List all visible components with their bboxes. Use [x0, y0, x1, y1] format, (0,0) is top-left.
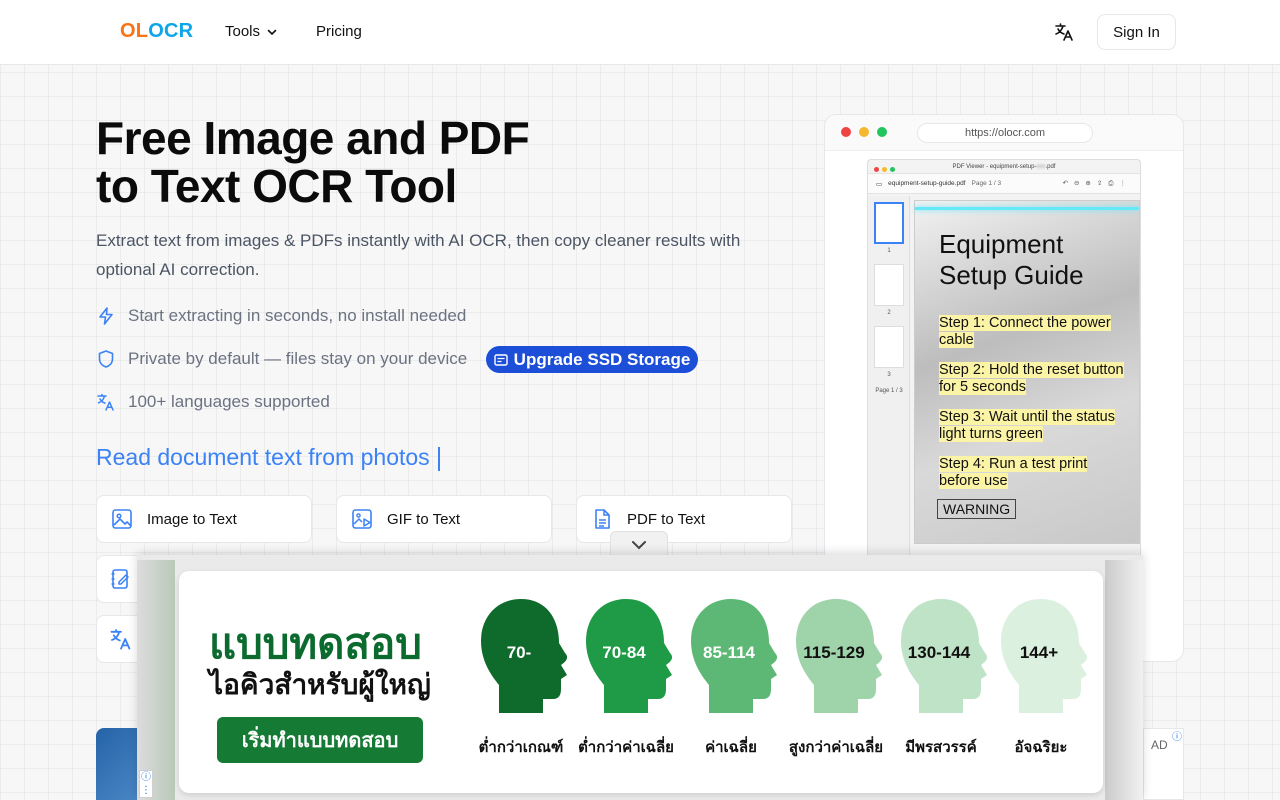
- head-value: 130-144: [907, 643, 971, 662]
- viewer-tool-icons: ↶⊖⊕⇪⎙⋮: [1062, 180, 1132, 187]
- page-thumbnail: [874, 264, 904, 306]
- minimize-dot: [859, 127, 869, 137]
- thumb-number: 3: [887, 372, 891, 378]
- pdf-to-text-button[interactable]: PDF to Text: [576, 495, 792, 543]
- gif-to-text-button[interactable]: GIF to Text: [336, 495, 552, 543]
- tools-menu[interactable]: Tools: [225, 23, 278, 40]
- ad-cta-button[interactable]: เริ่มทำแบบทดสอบ: [217, 717, 423, 763]
- ad-collapse-button[interactable]: [610, 531, 668, 557]
- gif-icon: [352, 509, 372, 529]
- viewer-titlebar: PDF Viewer - equipment-setup-xxx.pdf: [868, 160, 1140, 174]
- doc-step: Step 2: Hold the reset button for 5 seco…: [939, 362, 1129, 396]
- hero-title: Free Image and PDF to Text OCR Tool: [96, 114, 656, 210]
- pricing-link[interactable]: Pricing: [316, 23, 362, 40]
- logo[interactable]: OLOCR: [120, 20, 193, 43]
- image-icon: [112, 509, 132, 529]
- thumb-footer: Page 1 / 3: [875, 388, 903, 394]
- doc-step-text: Step 4: Run a test print before use: [939, 456, 1088, 489]
- doc-step-text: Step 3: Wait until the status light turn…: [939, 409, 1115, 442]
- url-bar: https://olocr.com: [917, 123, 1093, 143]
- sidebar-toggle-icon: ▭: [876, 180, 883, 188]
- feature-item: Start extracting in seconds, no install …: [96, 306, 466, 326]
- browser-titlebar: https://olocr.com: [825, 115, 1183, 151]
- edit-notebook-icon: [111, 569, 129, 589]
- scan-line: [915, 207, 1139, 210]
- doc-step-text: Step 1: Connect the power cable: [939, 315, 1111, 348]
- doc-step-text: Step 2: Hold the reset button for 5 seco…: [939, 362, 1124, 395]
- doc-step: Step 3: Wait until the status light turn…: [939, 409, 1129, 443]
- translate-icon: [110, 629, 131, 650]
- head-label: อัจฉริยะ: [1014, 738, 1068, 756]
- feature-text: 100+ languages supported: [128, 392, 330, 411]
- head-label: ค่าเฉลี่ย: [705, 738, 757, 756]
- doc-step: Step 1: Connect the power cable: [939, 315, 1129, 349]
- viewer-toolbar: ▭ equipment-setup-guide.pdf Page 1 / 3 ↶…: [868, 174, 1140, 194]
- upgrade-storage-ad-pill[interactable]: Upgrade SSD Storage: [486, 346, 698, 373]
- ad-side-panel: [137, 560, 175, 800]
- image-to-text-button[interactable]: Image to Text: [96, 495, 312, 543]
- page-thumbnail: [874, 202, 904, 244]
- doc-heading: Equipment Setup Guide: [939, 229, 1084, 290]
- tool-label: GIF to Text: [387, 510, 461, 528]
- lightning-icon: [99, 307, 113, 325]
- chevron-down-icon: [632, 540, 646, 549]
- logo-part-ol: OL: [120, 20, 149, 42]
- scanned-page: Equipment Setup Guide Step 1: Connect th…: [914, 200, 1140, 544]
- head-value: 144+: [1019, 643, 1059, 662]
- viewer-title-ext: .pdf: [1045, 164, 1056, 170]
- viewer-title: PDF Viewer - equipment-setup-: [952, 164, 1037, 170]
- hero-subtitle: Extract text from images & PDFs instantl…: [96, 231, 741, 279]
- ad-creative[interactable]: แบบทดสอบ ไอคิวสำหรับผู้ใหญ่ เริ่มทำแบบทด…: [179, 571, 1103, 793]
- hero-title-line2: to Text OCR Tool: [96, 160, 457, 212]
- thumb-number: 2: [887, 310, 891, 316]
- viewer-file-name: equipment-setup-guide.pdf: [888, 180, 966, 187]
- storage-icon: [493, 353, 508, 366]
- feature-item: Private by default — files stay on your …: [96, 349, 467, 369]
- pricing-link-label: Pricing: [316, 23, 362, 40]
- ad-subtitle: ไอคิวสำหรับผู้ใหญ่: [209, 668, 431, 701]
- shield-icon: [98, 350, 114, 368]
- head-value: 70-84: [602, 643, 646, 662]
- ad-badge: AD: [1151, 738, 1168, 752]
- head-value: 115-129: [803, 643, 865, 662]
- ad-choices-icon[interactable]: ⓘ: [1172, 728, 1182, 743]
- top-nav: OLOCR Tools Pricing Sign In: [0, 0, 1280, 65]
- chevron-down-icon: [267, 29, 277, 35]
- feature-item: 100+ languages supported: [96, 392, 330, 412]
- page-thumbnail: [874, 326, 904, 368]
- maximize-dot: [877, 127, 887, 137]
- tools-menu-label: Tools: [225, 23, 261, 40]
- language-switcher-icon[interactable]: [1052, 20, 1076, 44]
- viewer-page-indicator: Page 1 / 3: [971, 180, 1002, 187]
- tool-label: Image to Text: [147, 510, 237, 528]
- doc-step: Step 4: Run a test print before use: [939, 456, 1129, 490]
- translate-icon: [97, 393, 114, 411]
- tool-label: PDF to Text: [627, 510, 706, 528]
- head-value: 85-114: [703, 643, 755, 662]
- thumb-number: 1: [887, 248, 891, 254]
- head-label: สูงกว่าค่าเฉลี่ย: [788, 738, 884, 756]
- pdf-file-icon: [595, 509, 610, 529]
- head-value: 70-: [506, 643, 532, 662]
- typing-text: Read document text from photos: [96, 444, 430, 470]
- typing-headline: Read document text from photos: [96, 444, 440, 471]
- head-label: ต่ำกว่าค่าเฉลี่ย: [578, 738, 674, 756]
- bottom-feature-card: [96, 728, 138, 800]
- typing-caret: [437, 446, 440, 471]
- close-dot: [841, 127, 851, 137]
- anchor-ad-banner[interactable]: แบบทดสอบ ไอคิวสำหรับผู้ใหญ่ เริ่มทำแบบทด…: [137, 555, 1143, 800]
- sign-in-button[interactable]: Sign In: [1097, 14, 1176, 50]
- head-label: ต่ำกว่าเกณฑ์: [478, 738, 564, 756]
- doc-warning: WARNING: [937, 499, 1017, 519]
- upgrade-pill-label: Upgrade SSD Storage: [513, 349, 691, 369]
- feature-text: Private by default — files stay on your …: [128, 349, 468, 368]
- feature-text: Start extracting in seconds, no install …: [128, 306, 467, 325]
- ad-side-panel: [1105, 560, 1143, 800]
- ad-info-icon[interactable]: ⓘ ⋮: [139, 770, 153, 798]
- logo-part-ocr: OCR: [148, 20, 194, 42]
- hero-title-line1: Free Image and PDF: [96, 112, 530, 164]
